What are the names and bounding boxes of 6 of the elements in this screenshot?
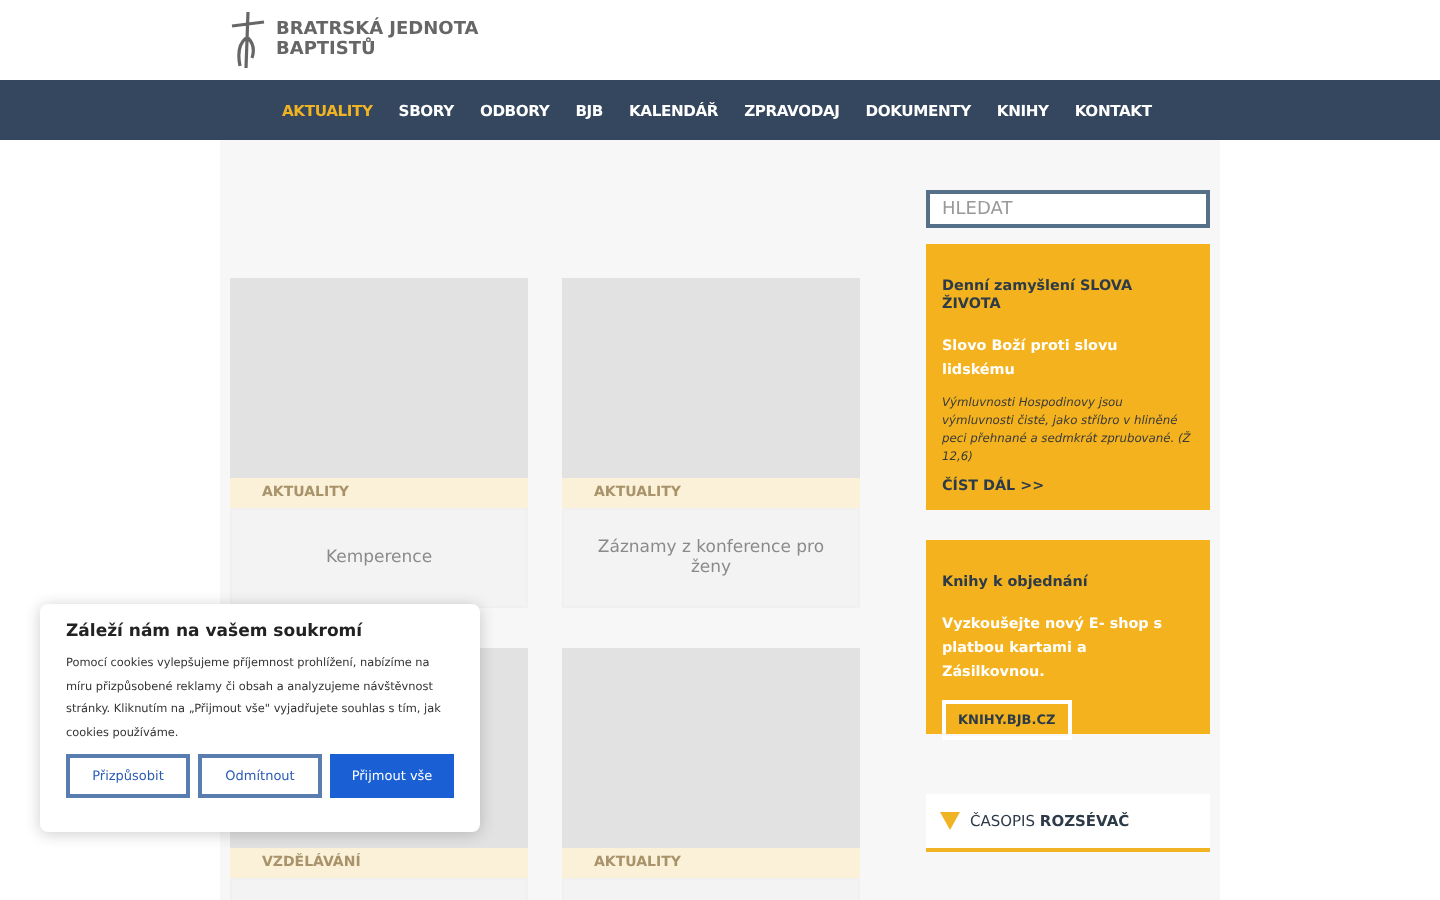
logo-text[interactable]: BAPTISTŮ: [276, 40, 479, 60]
search-field[interactable]: HLEDAT: [926, 190, 1210, 228]
triangle-down-icon: [940, 812, 960, 830]
cross-figure-icon: [228, 10, 268, 70]
logo-text[interactable]: BRATRSKÁ JEDNOTA: [276, 20, 479, 40]
dialog-title: Záleží nám na vašem soukromí: [66, 622, 365, 642]
